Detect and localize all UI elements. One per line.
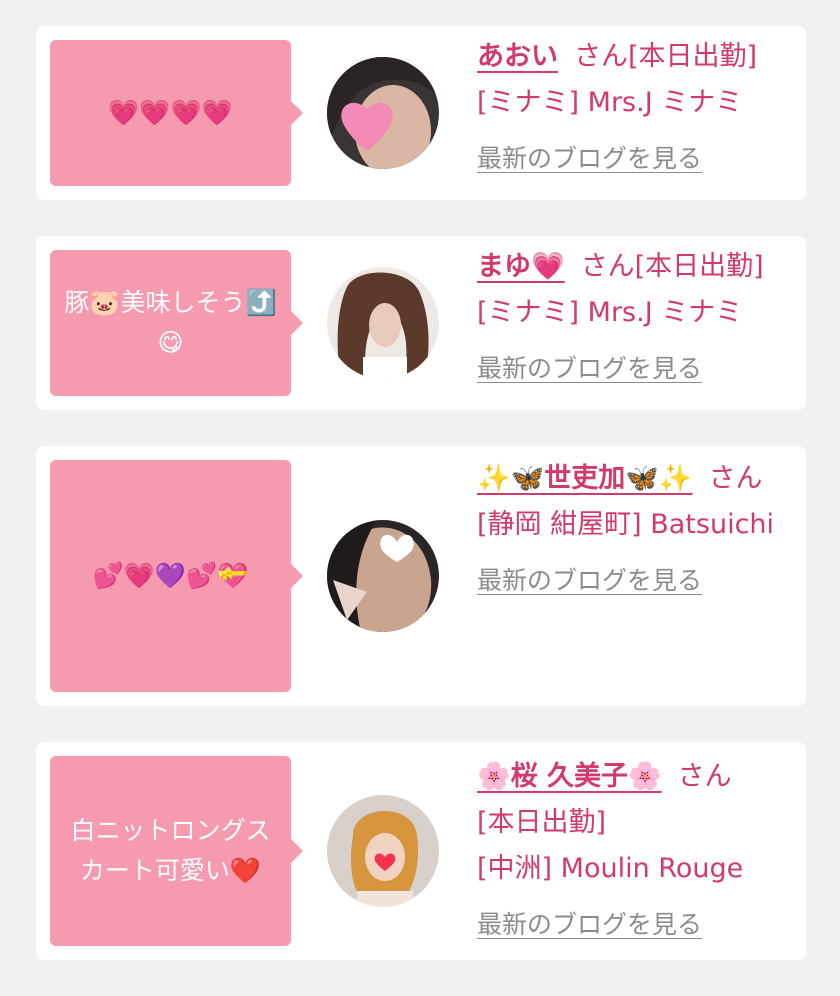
status: [本日出勤] <box>634 251 764 282</box>
avatar-photo <box>327 795 439 907</box>
girl-name-link[interactable]: あおい <box>477 41 558 72</box>
girl-name-link[interactable]: まゆ💗 <box>477 251 565 282</box>
girl-name-link[interactable]: 🌸桜 久美子🌸 <box>477 761 662 792</box>
avatar-photo <box>327 520 439 632</box>
latest-blog-link[interactable]: 最新のブログを見る <box>477 566 702 595</box>
avatar-photo <box>327 57 439 169</box>
latest-blog-link[interactable]: 最新のブログを見る <box>477 144 702 173</box>
blog-card: 豚🐷美味しそう⤴️😋 まゆ💗 さん[本日出勤] [ミナミ] Mrs.J ミナミ 最… <box>36 236 806 410</box>
comment-text: 白ニットロングスカート可愛い❤️ <box>70 816 271 885</box>
comment-text: 💗💗💗💗 <box>108 98 233 127</box>
avatar[interactable] <box>327 520 439 632</box>
blog-card: 💗💗💗💗 あおい さん[本日出勤] [ミナミ] Mrs.J ミナミ 最新のブログを… <box>36 26 806 200</box>
avatar[interactable] <box>327 57 439 169</box>
avatar[interactable] <box>327 267 439 379</box>
comment-text: 豚🐷美味しそう⤴️😋 <box>64 288 277 357</box>
blog-card: 白ニットロングスカート可愛い❤️ 🌸桜 久美子🌸 さん [本日出勤] [中洲] M… <box>36 742 806 960</box>
comment-bubble: 💕💗💜💕💝 <box>50 460 303 692</box>
status: [本日出勤] <box>628 41 758 72</box>
status: [本日出勤] <box>477 807 607 838</box>
latest-blog-link[interactable]: 最新のブログを見る <box>477 354 702 383</box>
girl-info: ✨🦋世吏加🦋✨ さん [静岡 紺屋町] Batsuichi 最新のブログを見る <box>477 456 777 604</box>
comment-text: 💕💗💜💕💝 <box>92 561 249 590</box>
shop-name: [ミナミ] Mrs.J ミナミ <box>477 87 743 118</box>
comment-bubble: 白ニットロングスカート可愛い❤️ <box>50 756 303 946</box>
shop-name: [ミナミ] Mrs.J ミナミ <box>477 297 743 328</box>
avatar-photo <box>327 267 439 379</box>
honorific: さん <box>574 41 628 72</box>
girl-info: あおい さん[本日出勤] [ミナミ] Mrs.J ミナミ 最新のブログを見る <box>477 34 797 182</box>
honorific: さん <box>677 761 732 792</box>
comment-bubble: 💗💗💗💗 <box>50 40 303 186</box>
shop-name: [中洲] Moulin Rouge <box>477 853 744 884</box>
comment-bubble: 豚🐷美味しそう⤴️😋 <box>50 250 303 396</box>
girl-info: まゆ💗 さん[本日出勤] [ミナミ] Mrs.J ミナミ 最新のブログを見る <box>477 244 797 392</box>
latest-blog-link[interactable]: 最新のブログを見る <box>477 910 702 939</box>
honorific: さん <box>708 463 763 494</box>
avatar[interactable] <box>327 795 439 907</box>
blog-card: 💕💗💜💕💝 ✨🦋世吏加🦋✨ さん [静岡 紺屋町] Batsuichi 最新のブロ… <box>36 446 806 706</box>
girl-info: 🌸桜 久美子🌸 さん [本日出勤] [中洲] Moulin Rouge 最新のブロ… <box>477 754 797 948</box>
shop-name: [静岡 紺屋町] Batsuichi <box>477 509 775 540</box>
girl-name-link[interactable]: ✨🦋世吏加🦋✨ <box>477 463 692 494</box>
honorific: さん <box>580 251 635 282</box>
